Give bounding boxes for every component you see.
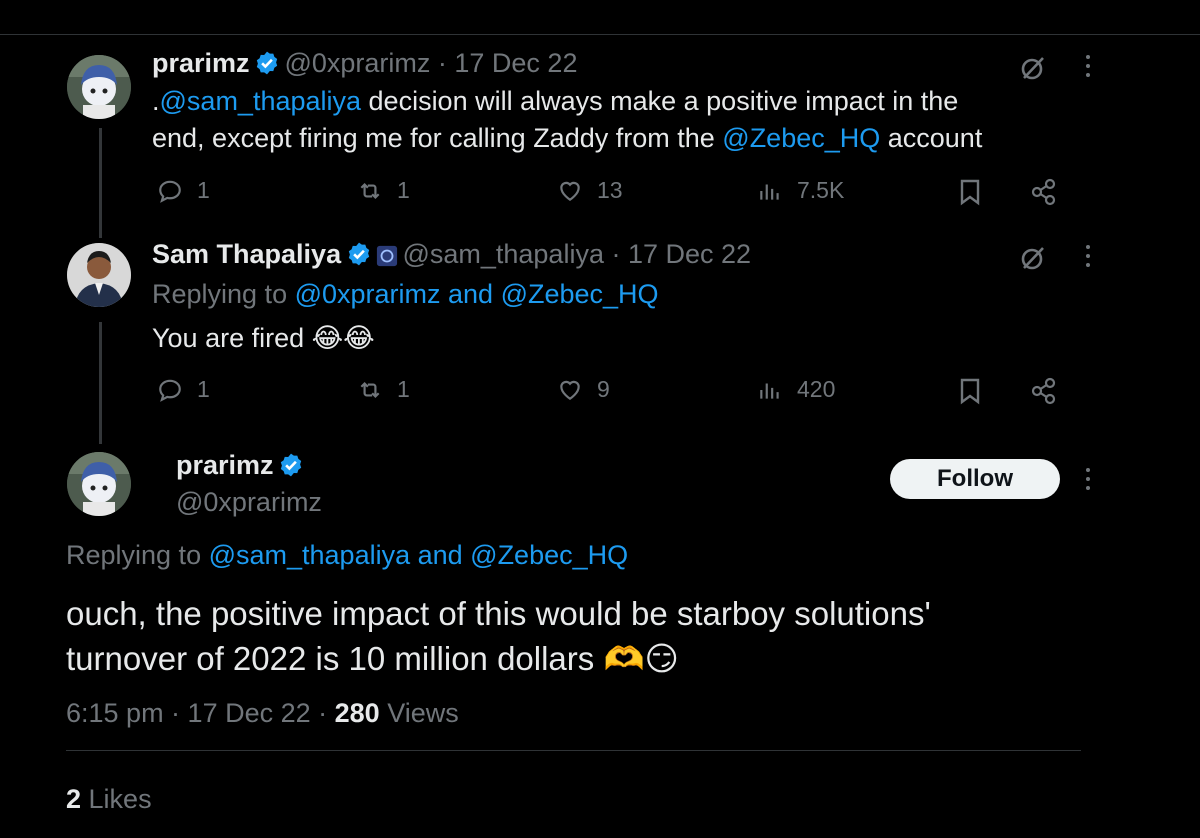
share-icon[interactable] xyxy=(1030,377,1058,410)
tweet1-text-line1: .@sam_thapaliya decision will always mak… xyxy=(152,86,959,116)
like-icon xyxy=(560,181,580,201)
grok-icon[interactable] xyxy=(1018,243,1048,278)
tweet3-header: prarimz xyxy=(176,450,304,481)
bookmark-icon[interactable] xyxy=(958,377,982,410)
like-button[interactable]: 9 xyxy=(557,376,610,403)
tweet2-text: You are fired 😂😂 xyxy=(152,323,375,353)
tweet3-text-line2: turnover of 2022 is 10 million dollars 🫶… xyxy=(66,640,679,677)
retweet-button[interactable]: 1 xyxy=(357,376,410,403)
like-icon xyxy=(560,380,580,400)
retweet-count: 1 xyxy=(397,376,410,402)
views-icon xyxy=(760,383,779,399)
share-icon[interactable] xyxy=(1030,178,1058,211)
tweet2-replying-to: Replying to @0xprarimz and @Zebec_HQ xyxy=(152,279,659,309)
tweet3-text-line1: ouch, the positive impact of this would … xyxy=(66,595,931,632)
reply-button[interactable]: 1 xyxy=(157,376,210,403)
divider xyxy=(66,750,1081,751)
mention-link[interactable]: @sam_thapaliya xyxy=(160,86,362,116)
handle-date: @sam_thapaliya · 17 Dec 22 xyxy=(402,239,752,269)
reply-count: 1 xyxy=(197,177,210,203)
likes-summary[interactable]: 2 Likes xyxy=(66,781,152,818)
top-divider xyxy=(0,34,1200,35)
like-count: 13 xyxy=(597,177,623,203)
reply-count: 1 xyxy=(197,376,210,402)
more-icon[interactable] xyxy=(1086,245,1090,267)
tweet3-timestamp: 6:15 pm · 17 Dec 22 · 280 Views xyxy=(66,698,459,728)
verified-badge-icon xyxy=(348,242,369,266)
community-icon xyxy=(376,245,398,267)
retweet-icon xyxy=(360,381,380,398)
replying-mentions[interactable]: @0xprarimz and @Zebec_HQ xyxy=(295,279,659,309)
reply-button[interactable]: 1 xyxy=(157,177,210,204)
avatar-prarimz[interactable] xyxy=(67,55,131,119)
views-button[interactable]: 7.5K xyxy=(757,177,844,204)
avatar-prarimz[interactable] xyxy=(67,452,131,516)
more-icon[interactable] xyxy=(1086,55,1090,77)
views-button[interactable]: 420 xyxy=(757,376,835,403)
author-name[interactable]: prarimz xyxy=(152,48,250,78)
handle-date: @0xprarimz · 17 Dec 22 xyxy=(284,48,578,78)
retweet-button[interactable]: 1 xyxy=(357,177,410,204)
author-name[interactable]: prarimz xyxy=(176,450,274,480)
bookmark-icon[interactable] xyxy=(958,178,982,211)
like-button[interactable]: 13 xyxy=(557,177,623,204)
retweet-icon xyxy=(360,182,380,199)
thread-line xyxy=(99,322,102,444)
like-count: 9 xyxy=(597,376,610,402)
more-icon[interactable] xyxy=(1086,468,1090,490)
likes-count: 2 xyxy=(66,784,82,814)
avatar-sam-thapaliya[interactable] xyxy=(67,243,131,307)
tweet1-text-line2: end, except firing me for calling Zaddy … xyxy=(152,123,983,153)
thread-line xyxy=(99,128,102,238)
tweet2-header: Sam Thapaliya @sam_thapaliya · 17 Dec 22 xyxy=(152,239,751,270)
verified-badge-icon xyxy=(256,51,278,75)
replying-mentions[interactable]: @sam_thapaliya and @Zebec_HQ xyxy=(209,540,629,570)
views-icon xyxy=(760,184,779,200)
views-count: 280 xyxy=(334,698,380,728)
mention-link[interactable]: @Zebec_HQ xyxy=(722,123,880,153)
views-count: 7.5K xyxy=(797,177,845,203)
verified-badge-icon xyxy=(280,453,302,477)
tweet1-header: prarimz @0xprarimz · 17 Dec 22 xyxy=(152,48,577,79)
views-count: 420 xyxy=(797,376,836,402)
follow-button[interactable]: Follow xyxy=(890,459,1060,499)
tweet3-replying-to: Replying to @sam_thapaliya and @Zebec_HQ xyxy=(66,540,629,570)
reply-icon xyxy=(159,180,181,203)
author-handle[interactable]: @0xprarimz xyxy=(176,487,322,518)
reply-icon xyxy=(159,379,181,402)
grok-icon[interactable] xyxy=(1018,53,1048,88)
retweet-count: 1 xyxy=(397,177,410,203)
author-name[interactable]: Sam Thapaliya xyxy=(152,239,341,269)
